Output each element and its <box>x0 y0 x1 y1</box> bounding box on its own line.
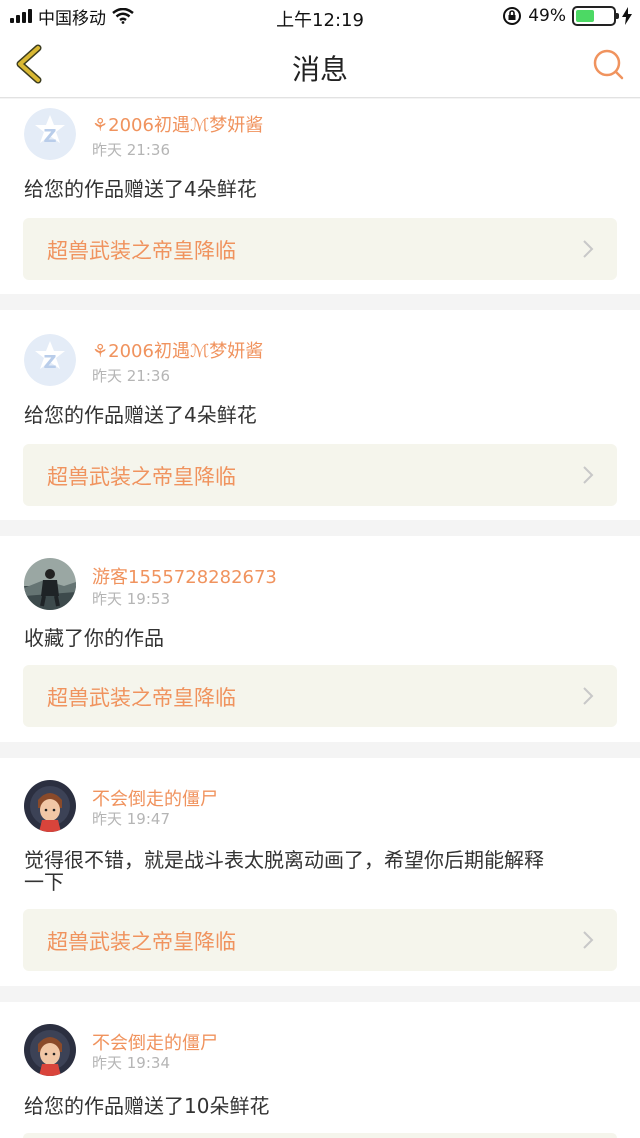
battery-icon <box>572 6 619 26</box>
work-title: 超兽武装之帝皇降临 <box>47 465 236 489</box>
nav-bar: 消息 <box>0 32 640 98</box>
username[interactable]: ⚘2006初遇ℳ梦妍酱 <box>92 111 263 137</box>
timestamp: 昨天 21:36 <box>92 367 170 385</box>
rotation-lock-icon <box>503 7 522 25</box>
message-card: 不会倒走的僵尸 昨天 19:47 觉得很不错，就是战斗表太脱离动画了，希望你后期… <box>0 758 640 986</box>
message-line: 觉得很不错，就是战斗表太脱离动画了，希望你后期能解释 <box>24 848 544 872</box>
message-text: 收藏了你的作品 <box>24 626 164 650</box>
message-card: Z ⚘2006初遇ℳ梦妍酱 昨天 21:36 给您的作品赠送了4朵鲜花 超兽武装… <box>0 99 640 294</box>
cartoon-avatar[interactable] <box>24 780 76 832</box>
work-title: 超兽武装之帝皇降临 <box>47 686 236 710</box>
chevron-right-icon <box>583 240 594 258</box>
svg-text:Z: Z <box>43 126 56 147</box>
username[interactable]: 游客1555728282673 <box>92 563 277 589</box>
charging-icon <box>622 7 632 25</box>
timestamp: 昨天 21:36 <box>92 141 170 159</box>
message-text: 给您的作品赠送了4朵鲜花 <box>24 403 257 427</box>
message-card: 游客1555728282673 昨天 19:53 收藏了你的作品 超兽武装之帝皇… <box>0 536 640 742</box>
work-link[interactable]: 超兽武装之帝皇降临 <box>23 665 617 727</box>
battery-percent: 49% <box>528 6 566 26</box>
work-link[interactable]: 超兽武装之帝皇降临 <box>23 444 617 506</box>
work-link[interactable]: 超兽武装之帝皇降临 <box>23 909 617 971</box>
work-title: 超兽武装之帝皇降临 <box>47 930 236 954</box>
message-text: 给您的作品赠送了10朵鲜花 <box>24 1094 270 1118</box>
message-feed[interactable]: Z ⚘2006初遇ℳ梦妍酱 昨天 21:36 给您的作品赠送了4朵鲜花 超兽武装… <box>0 99 640 1138</box>
timestamp: 昨天 19:34 <box>92 1054 170 1072</box>
work-link[interactable]: 超兽武装之帝皇降临 <box>23 218 617 280</box>
message-line: 一下 <box>24 870 64 894</box>
cartoon-avatar[interactable] <box>24 1024 76 1076</box>
status-bar: 中国移动 上午12:19 49% <box>0 0 640 32</box>
qq-default-avatar[interactable]: Z <box>24 334 76 386</box>
search-icon[interactable] <box>590 46 628 84</box>
message-text: 觉得很不错，就是战斗表太脱离动画了，希望你后期能解释 一下 <box>24 849 624 893</box>
page-title: 消息 <box>291 53 348 86</box>
username[interactable]: ⚘2006初遇ℳ梦妍酱 <box>92 337 263 363</box>
svg-text:Z: Z <box>43 352 56 373</box>
timestamp: 昨天 19:53 <box>92 590 170 608</box>
chevron-right-icon <box>583 466 594 484</box>
message-card: 不会倒走的僵尸 昨天 19:34 给您的作品赠送了10朵鲜花 <box>0 1002 640 1138</box>
chevron-right-icon <box>583 687 594 705</box>
status-right: 49% <box>502 0 632 32</box>
work-link[interactable] <box>23 1133 617 1138</box>
work-title: 超兽武装之帝皇降临 <box>47 239 236 263</box>
chevron-right-icon <box>583 931 594 949</box>
qq-default-avatar[interactable]: Z <box>24 108 76 160</box>
message-text: 给您的作品赠送了4朵鲜花 <box>24 177 257 201</box>
photo-avatar[interactable] <box>24 558 76 610</box>
message-card: Z ⚘2006初遇ℳ梦妍酱 昨天 21:36 给您的作品赠送了4朵鲜花 超兽武装… <box>0 310 640 520</box>
timestamp: 昨天 19:47 <box>92 810 170 828</box>
